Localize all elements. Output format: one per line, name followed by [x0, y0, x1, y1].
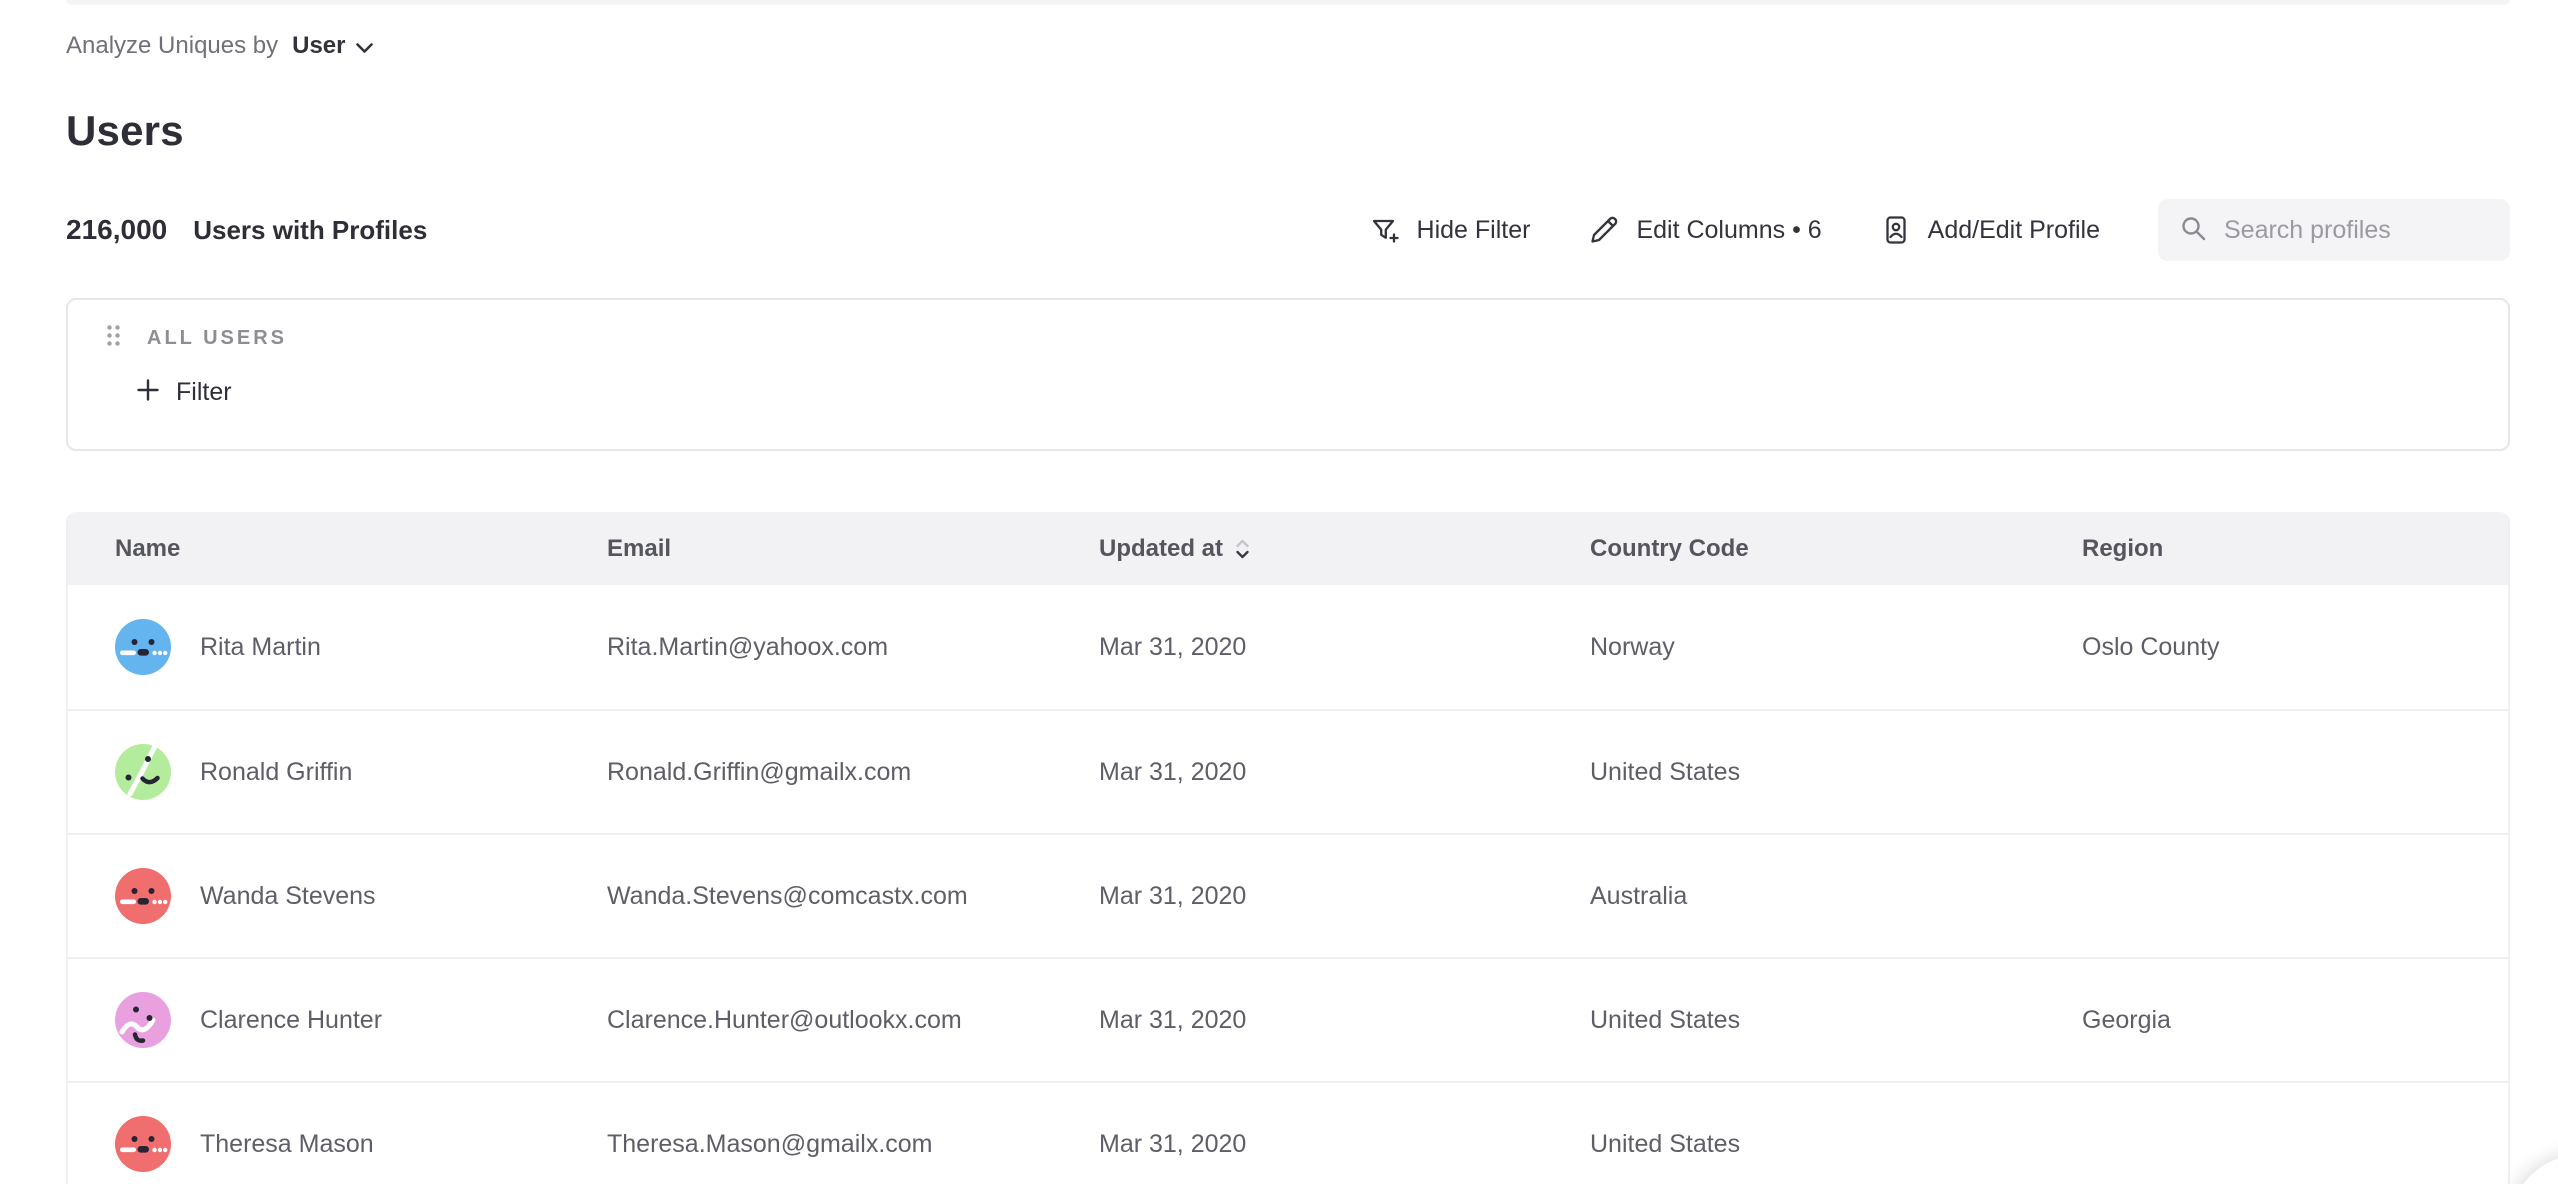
user-country-code: Norway — [1590, 633, 1675, 661]
user-updated-at: Mar 31, 2020 — [1099, 882, 1246, 910]
table-body: Rita Martin Rita.Martin@yahoox.com Mar 3… — [68, 585, 2508, 1184]
analyze-uniques-value: User — [292, 32, 345, 60]
user-updated-at: Mar 31, 2020 — [1099, 1130, 1246, 1158]
users-page: Analyze Uniques by User Users 216,000 Us… — [0, 0, 2558, 1184]
column-header-label: Updated at — [1099, 535, 1223, 563]
analyze-uniques-dropdown[interactable]: User — [292, 30, 372, 61]
profile-count-value: 216,000 — [66, 214, 167, 246]
user-email: Ronald.Griffin@gmailx.com — [607, 758, 911, 786]
drag-handle-icon[interactable] — [106, 324, 121, 352]
table-row[interactable]: Rita Martin Rita.Martin@yahoox.com Mar 3… — [68, 585, 2508, 709]
plus-icon — [136, 378, 160, 407]
toolbar: Hide Filter Edit Columns • 6 — [1369, 199, 2510, 261]
table-row[interactable]: Clarence Hunter Clarence.Hunter@outlookx… — [68, 957, 2508, 1081]
stats-toolbar: 216,000 Users with Profiles Hide Filter — [66, 199, 2510, 261]
hide-filter-button[interactable]: Hide Filter — [1369, 214, 1531, 246]
column-header-country-code[interactable]: Country Code — [1590, 535, 2082, 563]
user-email: Rita.Martin@yahoox.com — [607, 633, 888, 661]
profile-count-label: Users with Profiles — [193, 215, 427, 246]
profile-count: 216,000 Users with Profiles — [66, 214, 427, 246]
user-email: Wanda.Stevens@comcastx.com — [607, 882, 968, 910]
add-edit-profile-button[interactable]: Add/Edit Profile — [1880, 214, 2100, 246]
chevron-down-icon — [356, 33, 373, 61]
column-header-name[interactable]: Name — [68, 535, 607, 563]
column-header-label: Name — [115, 535, 180, 563]
column-header-email[interactable]: Email — [607, 535, 1099, 563]
table-row[interactable]: Theresa Mason Theresa.Mason@gmailx.com M… — [68, 1081, 2508, 1184]
avatar — [115, 744, 171, 800]
user-region: Oslo County — [2082, 633, 2220, 661]
search-icon — [2178, 213, 2208, 248]
user-name: Theresa Mason — [200, 1130, 374, 1159]
filter-group-row: ALL USERS — [106, 324, 2508, 352]
edit-columns-button[interactable]: Edit Columns • 6 — [1588, 214, 1821, 246]
column-header-region[interactable]: Region — [2082, 535, 2508, 563]
pencil-icon — [1588, 214, 1620, 246]
column-header-updated-at[interactable]: Updated at — [1099, 535, 1590, 563]
page-title: Users — [66, 107, 2510, 155]
user-country-code: Australia — [1590, 882, 1687, 910]
user-country-code: United States — [1590, 1130, 1740, 1158]
user-name: Ronald Griffin — [200, 758, 352, 787]
add-filter-label: Filter — [176, 378, 232, 407]
filter-group-label: ALL USERS — [147, 327, 287, 350]
column-header-label: Country Code — [1590, 535, 1749, 563]
table-header-row: Name Email Updated at Country Code Region — [68, 512, 2508, 585]
search-profiles-box — [2158, 199, 2510, 261]
add-edit-profile-label: Add/Edit Profile — [1928, 216, 2100, 245]
sort-icon — [1235, 538, 1250, 560]
search-profiles-input[interactable] — [2224, 216, 2546, 245]
hide-filter-label: Hide Filter — [1417, 216, 1531, 245]
edit-columns-label: Edit Columns • 6 — [1636, 216, 1821, 245]
user-name: Wanda Stevens — [200, 882, 376, 911]
user-updated-at: Mar 31, 2020 — [1099, 633, 1246, 661]
user-country-code: United States — [1590, 1006, 1740, 1034]
table-row[interactable]: Wanda Stevens Wanda.Stevens@comcastx.com… — [68, 833, 2508, 957]
user-name: Clarence Hunter — [200, 1006, 382, 1035]
user-email: Theresa.Mason@gmailx.com — [607, 1130, 933, 1158]
user-updated-at: Mar 31, 2020 — [1099, 1006, 1246, 1034]
user-country-code: United States — [1590, 758, 1740, 786]
user-region: Georgia — [2082, 1006, 2171, 1034]
add-filter-button[interactable]: Filter — [136, 378, 232, 407]
avatar — [115, 1116, 171, 1172]
avatar — [115, 619, 171, 675]
user-updated-at: Mar 31, 2020 — [1099, 758, 1246, 786]
users-table: Name Email Updated at Country Code Region — [66, 512, 2510, 1184]
avatar — [115, 868, 171, 924]
filter-card: ALL USERS Filter — [66, 298, 2510, 451]
profile-badge-icon — [1880, 214, 1912, 246]
user-email: Clarence.Hunter@outlookx.com — [607, 1006, 962, 1034]
user-name: Rita Martin — [200, 633, 321, 662]
filter-funnel-icon — [1369, 214, 1401, 246]
column-header-label: Email — [607, 535, 671, 563]
column-header-label: Region — [2082, 535, 2163, 563]
avatar — [115, 992, 171, 1048]
analyze-uniques-label: Analyze Uniques by — [66, 32, 278, 60]
analyze-uniques-row: Analyze Uniques by User — [66, 0, 2510, 61]
table-row[interactable]: Ronald Griffin Ronald.Griffin@gmailx.com… — [68, 709, 2508, 833]
